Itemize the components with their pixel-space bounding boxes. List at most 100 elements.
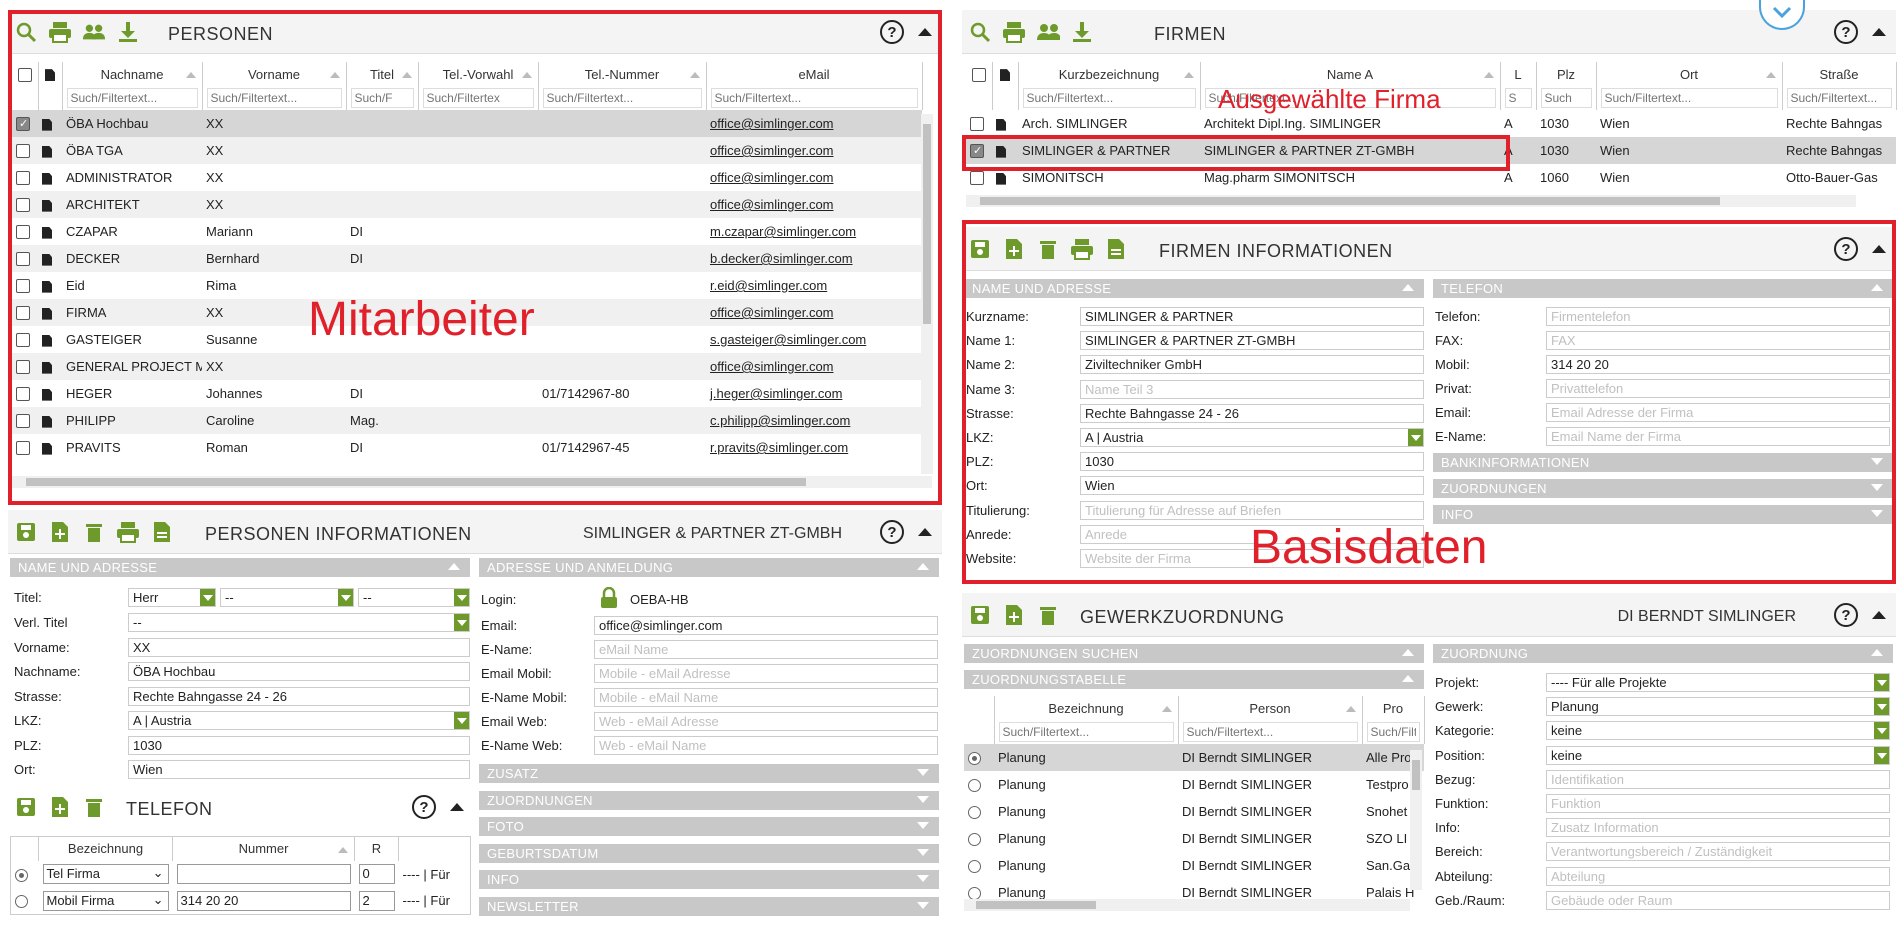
table-row[interactable]: DECKER Bernhard DI b.decker@simlinger.co… (12, 245, 922, 272)
email-link[interactable]: j.heger@simlinger.com (710, 386, 842, 401)
column-header[interactable]: Ort (1596, 62, 1783, 86)
row-checkbox[interactable] (16, 225, 30, 240)
email-link[interactable]: r.pravits@simlinger.com (710, 440, 848, 455)
table-row[interactable]: ADMINISTRATOR XX office@simlinger.com (12, 164, 922, 191)
document-icon[interactable] (42, 199, 52, 212)
section-name-adresse[interactable]: NAME UND ADRESSE (10, 558, 470, 577)
collapsed-section[interactable]: INFO (1433, 505, 1893, 524)
select-all-checkbox[interactable] (966, 62, 993, 86)
table-row[interactable]: FIRMA XX office@simlinger.com (12, 299, 922, 326)
document-icon[interactable] (42, 253, 52, 266)
phone-type-select[interactable]: Tel Firma ⌄ (42, 864, 169, 884)
row-radio[interactable] (968, 806, 981, 820)
filter-input[interactable] (710, 88, 918, 108)
field-input[interactable]: Identifikation (1546, 769, 1890, 789)
filter-input[interactable] (1366, 722, 1420, 742)
field-input[interactable]: A | Austria (128, 711, 470, 730)
field-input[interactable]: 1030 (128, 735, 470, 755)
row-checkbox[interactable] (16, 333, 30, 348)
row-checkbox[interactable] (16, 117, 30, 132)
document-icon[interactable] (996, 172, 1006, 185)
email-link[interactable]: b.decker@simlinger.com (710, 251, 853, 266)
collapse-icon[interactable] (918, 528, 932, 536)
collapse-icon[interactable] (918, 28, 932, 36)
table-row[interactable]: Eid Rima r.eid@simlinger.com (12, 272, 922, 299)
row-checkbox[interactable] (16, 306, 30, 321)
print-icon[interactable] (116, 520, 140, 544)
field-input[interactable]: Email Name der Firma (1546, 427, 1890, 446)
phone-rank-input[interactable]: 0 (358, 864, 395, 884)
document-icon[interactable] (42, 307, 52, 320)
filter-input[interactable] (206, 88, 342, 108)
document-icon[interactable] (42, 118, 52, 131)
field-input[interactable]: keine (1546, 745, 1890, 765)
table-row[interactable]: Planung DI Berndt SIMLINGER San.Ga (964, 852, 1424, 879)
field-input[interactable]: Mobile - eMail Adresse (594, 664, 938, 683)
column-header[interactable]: Titel (346, 62, 419, 86)
table-row[interactable]: Arch. SIMLINGER Architekt Dipl.Ing. SIML… (966, 110, 1896, 137)
filter-input[interactable] (1204, 88, 1496, 108)
row-checkbox[interactable] (970, 117, 984, 132)
email-link[interactable]: office@simlinger.com (710, 116, 834, 131)
download-icon[interactable] (116, 20, 140, 44)
field-input[interactable]: SIMLINGER & PARTNER ZT-GMBH (1080, 331, 1424, 351)
row-checkbox[interactable] (16, 414, 30, 429)
document-icon[interactable] (1104, 237, 1128, 261)
section-telefon[interactable]: TELEFON (1433, 279, 1893, 298)
row-checkbox[interactable] (16, 387, 30, 402)
email-link[interactable]: office@simlinger.com (710, 143, 834, 158)
collapse-icon[interactable] (1872, 611, 1886, 619)
document-icon[interactable] (42, 280, 52, 293)
print-icon[interactable] (1002, 20, 1026, 44)
trash-icon[interactable] (1036, 603, 1060, 627)
column-header[interactable]: Person (1178, 696, 1363, 720)
expand-chevron-icon[interactable] (1759, 0, 1805, 30)
field-input[interactable]: Website der Firma (1080, 549, 1424, 568)
collapsed-section[interactable]: ZUORDNUNGEN (1433, 479, 1893, 498)
search-icon[interactable] (968, 20, 992, 44)
row-checkbox[interactable] (970, 171, 984, 186)
phone-number-input[interactable]: 314 20 20 (176, 890, 351, 911)
help-icon[interactable]: ? (1834, 237, 1858, 261)
table-row[interactable]: SIMONITSCH Mag.pharm SIMONITSCH A 1060 W… (966, 164, 1896, 191)
filter-input[interactable] (1504, 88, 1532, 108)
field-input[interactable]: -- (128, 613, 470, 632)
row-radio[interactable] (15, 868, 28, 882)
field-input[interactable]: XX (128, 637, 470, 657)
firms-hscroll[interactable] (966, 195, 1856, 207)
filter-input[interactable] (1022, 88, 1196, 108)
collapsed-section[interactable]: INFO (479, 870, 939, 889)
field-input[interactable]: Email Adresse der Firma (1546, 403, 1890, 422)
field-input[interactable]: office@simlinger.com (594, 616, 938, 635)
filter-input[interactable] (1182, 722, 1358, 742)
field-input[interactable]: Firmentelefon (1546, 307, 1890, 326)
column-header[interactable]: Nummer (172, 836, 355, 861)
row-checkbox[interactable] (16, 144, 30, 159)
add-document-icon[interactable] (48, 520, 72, 544)
field-input[interactable]: Planung (1546, 697, 1890, 717)
collapse-icon[interactable] (1872, 245, 1886, 253)
table-row[interactable]: Planung DI Berndt SIMLINGER SZO LI (964, 825, 1424, 852)
titel-select[interactable]: -- (220, 588, 354, 607)
add-document-icon[interactable] (48, 795, 72, 819)
column-header[interactable]: Name A (1200, 62, 1501, 86)
row-checkbox[interactable] (16, 360, 30, 375)
column-header[interactable]: Vorname (202, 62, 347, 86)
row-checkbox[interactable] (16, 252, 30, 267)
field-input[interactable]: SIMLINGER & PARTNER (1080, 307, 1424, 326)
print-icon[interactable] (1070, 237, 1094, 261)
document-icon[interactable] (996, 145, 1006, 158)
field-input[interactable]: ÖBA Hochbau (128, 662, 470, 681)
save-icon[interactable] (14, 795, 38, 819)
persons-hscroll[interactable] (12, 476, 932, 488)
print-icon[interactable] (48, 20, 72, 44)
collapsed-section[interactable]: ZUSATZ (479, 764, 939, 783)
email-link[interactable]: s.gasteiger@simlinger.com (710, 332, 866, 347)
email-link[interactable]: office@simlinger.com (710, 170, 834, 185)
column-header[interactable]: L (1500, 62, 1537, 86)
row-checkbox[interactable] (970, 144, 984, 159)
gewerk-vscroll[interactable] (1410, 750, 1422, 890)
table-row[interactable]: Mobil Firma ⌄ 314 20 20 2 ---- | Für (11, 888, 471, 915)
row-radio[interactable] (15, 895, 28, 909)
email-link[interactable]: r.eid@simlinger.com (710, 278, 827, 293)
